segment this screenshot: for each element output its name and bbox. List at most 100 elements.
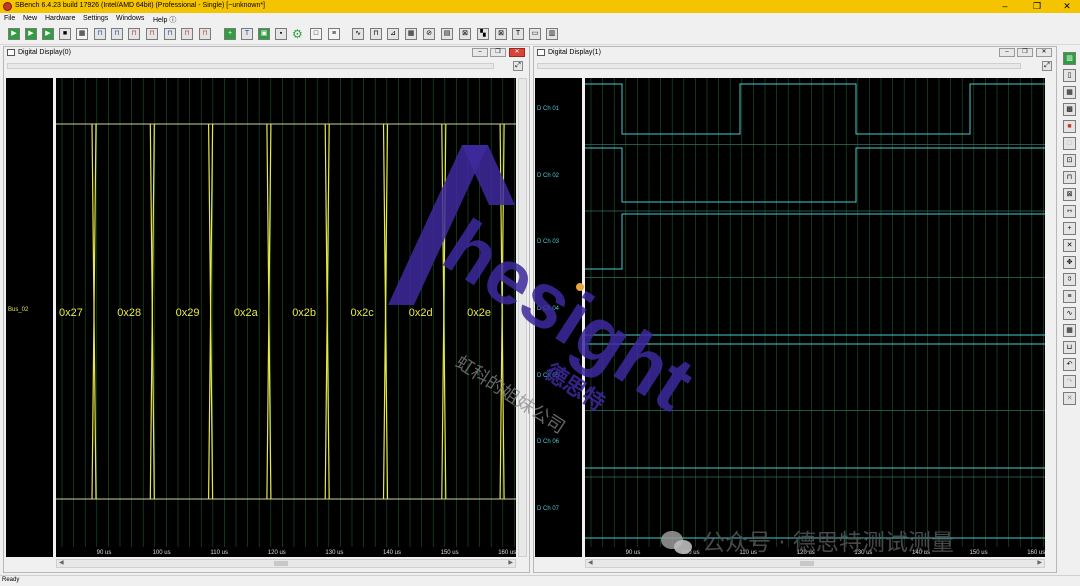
display-icon (7, 49, 15, 56)
waveform-area[interactable]: 90 us 100 us 110 us 120 us 130 us 140 us 150 u… (56, 78, 516, 557)
close-button[interactable]: ✕ (1052, 0, 1080, 13)
channel-setup-icon[interactable]: ⊓ (111, 28, 123, 40)
measure-tool-icon[interactable]: ⊔ (1063, 341, 1076, 354)
time-tick-label: 140 us (912, 550, 930, 556)
lines-icon[interactable]: ≡ (1063, 290, 1076, 303)
grid-view-icon[interactable]: ▥ (1063, 52, 1076, 65)
bus-transition (209, 123, 214, 500)
stop-icon[interactable]: ■ (59, 28, 71, 40)
split-view-icon[interactable]: ▯ (1063, 69, 1076, 82)
channel-names-area: D Ch 01 D Ch 02 D Ch 03 D Ch 04 D Ch 05 … (535, 78, 582, 557)
measure-icon[interactable]: ▣ (258, 28, 270, 40)
grid-display-icon[interactable]: ▦ (405, 28, 417, 40)
trigger-setup-icon[interactable]: ▦ (76, 28, 88, 40)
fit-icon[interactable]: ⤢ (1042, 61, 1052, 71)
waveform-area[interactable]: 90 us 100 us 110 us 120 us 130 us 140 us 150 u… (585, 78, 1045, 557)
bus-waveform: 90 us 100 us 110 us 120 us 130 us 140 us 150 u… (56, 78, 516, 556)
channel-label: D Ch 06 (537, 439, 560, 445)
time-tick-label: 140 us (383, 550, 401, 556)
zoom-box-icon[interactable]: ⊠ (1063, 188, 1076, 201)
fit-all-icon[interactable]: ✥ (1063, 256, 1076, 269)
channel-label: D Ch 02 (537, 173, 560, 179)
text-marker-icon[interactable]: T (241, 28, 253, 40)
xy-display-icon[interactable]: ⊘ (423, 28, 435, 40)
channel-label: D Ch 05 (537, 373, 560, 379)
export-icon[interactable]: ⊓ (128, 28, 140, 40)
time-tick-label: 90 us (97, 550, 112, 556)
marker-icon[interactable]: + (224, 28, 236, 40)
calc-icon[interactable]: ⊓ (164, 28, 176, 40)
menu-windows[interactable]: Windows (116, 15, 144, 22)
digital-waveform: 90 us 100 us 110 us 120 us 130 us 140 us 150 u… (585, 78, 1045, 556)
fit-channel-icon[interactable]: ⇳ (1063, 273, 1076, 286)
panel-close-button[interactable]: ✕ (509, 48, 525, 57)
digital-display-icon[interactable]: ⊓ (370, 28, 382, 40)
pulse-icon[interactable]: ⊓ (1063, 171, 1076, 184)
menu-hardware[interactable]: Hardware (45, 15, 75, 22)
panel-minimize-button[interactable]: – (472, 48, 488, 57)
time-tick-label: 90 us (626, 550, 641, 556)
text-display-icon[interactable]: T (512, 28, 524, 40)
fft-icon[interactable]: ⊿ (387, 28, 399, 40)
continue-icon[interactable]: ▶ (42, 28, 54, 40)
start-loop-icon[interactable]: ▶ (25, 28, 37, 40)
scroll-thumb[interactable] (800, 561, 814, 566)
histogram-icon[interactable]: ▤ (441, 28, 453, 40)
panel-restore-button[interactable]: ❐ (1017, 48, 1033, 57)
scroll-thumb[interactable] (274, 561, 288, 566)
cursor-icon[interactable]: ⊡ (1063, 154, 1076, 167)
analog-display-icon[interactable]: ∿ (352, 28, 364, 40)
marker-red-icon[interactable]: ■ (1063, 120, 1076, 133)
sine-icon[interactable]: ∿ (1063, 307, 1076, 320)
horizontal-scrollbar[interactable]: ◀ ▶ (56, 559, 516, 568)
save-icon[interactable]: ▪ (275, 28, 287, 40)
panel-restore-button[interactable]: ❐ (490, 48, 506, 57)
cross-icon[interactable]: ⊠ (495, 28, 507, 40)
window-icon[interactable]: ▭ (529, 28, 541, 40)
status-text: Ready (2, 577, 20, 583)
undo-icon[interactable]: ↶ (1063, 358, 1076, 371)
split-icon[interactable]: ▥ (546, 28, 558, 40)
zoom-out-icon[interactable]: ✕ (1063, 239, 1076, 252)
status-bar: Ready (0, 575, 1080, 586)
list-icon[interactable]: ≡ (328, 28, 340, 40)
import-icon[interactable]: ⊓ (146, 28, 158, 40)
bus-value-label: 0x28 (117, 307, 141, 319)
delete-icon[interactable]: ✕ (1063, 392, 1076, 405)
zoom-in-icon[interactable]: + (1063, 222, 1076, 235)
replay-icon[interactable]: ⊓ (199, 28, 211, 40)
bus-value-label: 0x27 (59, 307, 83, 319)
panel-minimize-button[interactable]: – (999, 48, 1015, 57)
minimize-button[interactable]: – (990, 0, 1020, 13)
menu-help[interactable]: Help ⓘ (153, 15, 176, 25)
link-view-icon[interactable]: ▩ (1063, 103, 1076, 116)
menu-settings[interactable]: Settings (83, 15, 108, 22)
menu-new[interactable]: New (23, 15, 37, 22)
maximize-button[interactable]: ❐ (1022, 0, 1052, 13)
app-icon (3, 2, 12, 11)
horizontal-scrollbar[interactable]: ◀ ▶ (585, 559, 1045, 568)
panel-title-bar: Digital Display(0) – ❐ ✕ (4, 47, 529, 59)
blank-icon[interactable]: □ (310, 28, 322, 40)
checker-icon[interactable]: ▚ (477, 28, 489, 40)
time-tick-label: 160 us (1027, 550, 1045, 556)
channel-label: D Ch 03 (537, 239, 560, 245)
gear-icon[interactable]: ⚙ (292, 27, 303, 41)
grid-toggle-icon[interactable]: ▦ (1063, 324, 1076, 337)
record-icon[interactable]: ⊓ (181, 28, 193, 40)
table-view-icon[interactable]: ▦ (1063, 86, 1076, 99)
panel-close-button[interactable]: ✕ (1036, 48, 1052, 57)
time-tick-label: 150 us (970, 550, 988, 556)
menu-file[interactable]: File (4, 15, 15, 22)
digital-display-1-panel: Digital Display(1) – ❐ ✕ ⤢ D Ch 01 D Ch … (533, 46, 1057, 573)
channel-label: D Ch 04 (537, 306, 560, 312)
zoom-x-icon[interactable]: ⇿ (1063, 205, 1076, 218)
zoom-icon[interactable]: ⊠ (459, 28, 471, 40)
fit-icon[interactable]: ⤢ (513, 61, 523, 71)
top-scrollbar[interactable] (537, 63, 1021, 69)
channel-icon[interactable]: ⊓ (94, 28, 106, 40)
start-icon[interactable]: ▶ (8, 28, 20, 40)
top-scrollbar[interactable] (7, 63, 494, 69)
vertical-scrollbar[interactable] (518, 78, 527, 557)
bus-value-label: 0x2a (234, 307, 259, 319)
